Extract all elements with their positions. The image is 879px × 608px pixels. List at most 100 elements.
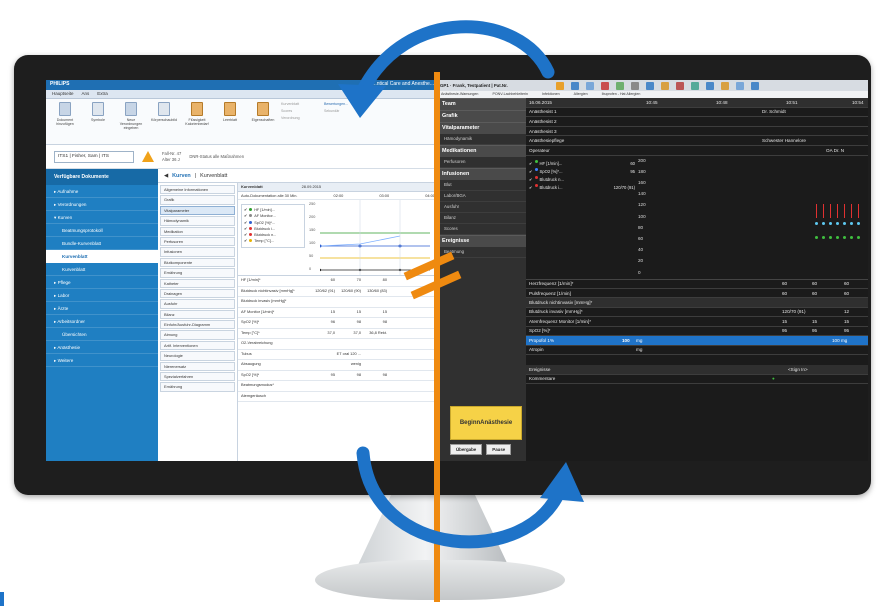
nav-item-kurvenblatt-active[interactable]: Kurvenblatt (46, 250, 158, 263)
tool-icon[interactable] (616, 81, 624, 90)
nav-item-kurven[interactable]: ▾ Kurven (46, 211, 158, 224)
nav-item-verordnungen[interactable]: ▸ Verordnungen (46, 198, 158, 211)
nav-item-anaesthesie[interactable]: ▸ Anästhesie (46, 341, 158, 354)
sidebar-item[interactable]: Perfusoren (438, 157, 526, 168)
sidebar-section[interactable]: Vitalparameter (438, 122, 526, 134)
patient-selector[interactable]: ITS1 | Fisher, Sam | ITS (54, 150, 134, 163)
tool-icon[interactable] (571, 81, 579, 90)
tab-hauptseite[interactable]: Hauptseite (52, 91, 74, 97)
handover-button[interactable]: Übergabe (450, 444, 483, 455)
sidebar-item[interactable]: Scores (438, 224, 526, 235)
category-item[interactable]: Blutkomponente (160, 257, 235, 268)
category-item[interactable]: Perfusoren (160, 236, 235, 247)
tool-icon[interactable] (721, 81, 729, 90)
table-row[interactable]: Beatmungsmodus* (238, 381, 438, 392)
vital-row[interactable]: Blutdruck invasiv [mmHg]* 120/70 (91) 12 (526, 308, 868, 318)
sidebar-item[interactable]: Bilanz (438, 213, 526, 224)
collapse-icon[interactable]: ◀ (164, 173, 168, 179)
nav-item-uebersichten[interactable]: Übersichten (46, 328, 158, 341)
properties-button[interactable]: Eigenschaften (248, 102, 278, 141)
tool-icon[interactable] (661, 81, 669, 90)
vital-row[interactable]: Atemfrequenz Monitor [1/min]* 15 15 15 (526, 317, 868, 327)
category-item[interactable]: Bilanz (160, 309, 235, 320)
category-item[interactable]: Drainagen (160, 288, 235, 299)
category-item[interactable]: Allgemeine Informationen (160, 185, 235, 195)
nav-item-aufnahme[interactable]: ▸ Aufnahme (46, 185, 158, 198)
table-row[interactable]: O2-Verabreichung (238, 339, 438, 350)
sidebar-section[interactable]: Medikationen (438, 145, 526, 157)
team-row[interactable]: Anästhesist 2 (526, 117, 868, 127)
table-row[interactable]: Blutdruck invasiv [mmHg]* (238, 297, 438, 308)
tool-icon[interactable] (646, 81, 654, 90)
category-item[interactable]: Neurologie (160, 351, 235, 361)
nav-item-beatmungsprotokoll[interactable]: Beatmungsprotokoll (46, 224, 158, 237)
sidebar-item[interactable]: Labor/BGA (438, 191, 526, 202)
new-orders-button[interactable]: Neue Verordnungen eingeben (116, 102, 146, 141)
symbols-button[interactable]: Symbole (83, 102, 113, 141)
category-item[interactable]: Vitalparameter (160, 205, 235, 216)
nav-item-weitere[interactable]: ▸ Weitere (46, 354, 158, 367)
legend-entry[interactable]: ✔ SpO2 [%]*... 95 (529, 167, 635, 176)
comment-icon[interactable]: ● (772, 376, 775, 381)
tool-icon[interactable] (676, 81, 684, 90)
table-row[interactable]: Atemgeräusch (238, 392, 438, 402)
sidebar-section[interactable]: Infusionen (438, 168, 526, 180)
category-item[interactable]: Infusionen (160, 247, 235, 257)
team-row[interactable]: Anästhesiepflege Schwester Hannelore (526, 136, 868, 146)
category-item[interactable]: Einfuhr/Ausfuhr-Diagramm (160, 320, 235, 330)
table-row[interactable]: Temp [°C]* 37,0 37,0 36,8 Rekt. (238, 329, 438, 339)
sidebar-section[interactable]: Ereignisse (438, 235, 526, 247)
vital-row[interactable]: SpO2 [%]* 95 95 95 (526, 327, 868, 336)
category-item[interactable]: Artif. Interventionen (160, 340, 235, 351)
nav-item-arbeitsordner[interactable]: ▸ Arbeitsordner (46, 315, 158, 328)
add-document-button[interactable]: Dokument hinzufügen (50, 102, 80, 141)
legend-entry[interactable]: ✔ HF [1/min]... 60 (529, 159, 635, 168)
table-row[interactable]: SpO2 [%]* 95 98 98 (238, 371, 438, 381)
sidebar-item[interactable]: Ausfuhr (438, 202, 526, 213)
nav-item-labor[interactable]: ▸ Labor (46, 289, 158, 302)
legend-entry[interactable]: ✔ Blutdruck i... 120/70 (91) (529, 184, 635, 192)
check-icon[interactable]: ✔ (529, 168, 533, 176)
body-chart-button[interactable]: Körperschaubild (149, 102, 179, 141)
tab-extra[interactable]: Extra (97, 91, 108, 97)
category-item[interactable]: Ernährung (160, 382, 235, 392)
propofol-row[interactable]: Propofol 1% 100 mg 100 mg (526, 335, 868, 346)
begin-anesthesia-button[interactable]: Beginn Anästhesie (450, 406, 522, 440)
category-item[interactable]: Ausfuhr (160, 299, 235, 309)
nav-item-aerzte[interactable]: ▸ Ärzte (46, 302, 158, 315)
category-item[interactable]: Ernährung (160, 268, 235, 278)
tool-icon[interactable] (706, 81, 714, 90)
tool-icon[interactable] (691, 81, 699, 90)
table-row[interactable]: Blutdruck nichtinvasiv [mmHg]* 120/62 (91… (238, 287, 438, 297)
nav-item-bundle-kurvenblatt[interactable]: Bundle-Kurvenblatt (46, 237, 158, 250)
tab-ans[interactable]: Ans (82, 91, 90, 97)
category-item[interactable]: Nierenersatz (160, 361, 235, 372)
team-row[interactable]: Anästhesist 3 (526, 127, 868, 137)
nav-item-pflege[interactable]: ▸ Pflege (46, 276, 158, 289)
vital-row[interactable]: Pulsfrequenz [1/min] 60 60 60 (526, 289, 868, 299)
alert-icon[interactable] (556, 81, 564, 90)
sidebar-item[interactable]: Blut (438, 180, 526, 191)
category-item[interactable]: Medikation (160, 226, 235, 236)
tool-icon[interactable] (631, 81, 639, 90)
blank-sheet-button[interactable]: Leerblatt (215, 102, 245, 141)
warning-icon[interactable] (142, 151, 154, 162)
table-row[interactable]: Tubus ET oral 120 ... (238, 350, 438, 360)
sidebar-section[interactable]: Grafik (438, 110, 526, 122)
category-item[interactable]: Katheter (160, 278, 235, 288)
check-icon[interactable]: ✔ (529, 176, 533, 184)
check-icon[interactable]: ✔ (529, 160, 533, 168)
tool-icon[interactable] (736, 81, 744, 90)
vital-row[interactable]: Herzfrequenz [1/min]* 60 60 60 (526, 280, 868, 289)
category-item[interactable]: Spezialverfahren (160, 372, 235, 382)
events-row[interactable]: Ereignisse <Sign In> (526, 365, 868, 375)
atropin-row[interactable]: Atropin mg (526, 346, 868, 356)
nav-item-kurvenblatt[interactable]: Kurvenblatt (46, 263, 158, 276)
table-row[interactable]: AF Monitor [1/min]* 15 15 15 (238, 308, 438, 318)
table-row[interactable]: SpO2 [%]* 96 98 98 (238, 318, 438, 329)
tool-icon[interactable] (586, 81, 594, 90)
category-item[interactable]: Grafik (160, 195, 235, 205)
category-item[interactable]: Hämodynamik (160, 216, 235, 226)
fluid-button[interactable]: Flüssigkeit Kalorienbedarf (182, 102, 212, 141)
sidebar-section[interactable]: Team (438, 98, 526, 110)
